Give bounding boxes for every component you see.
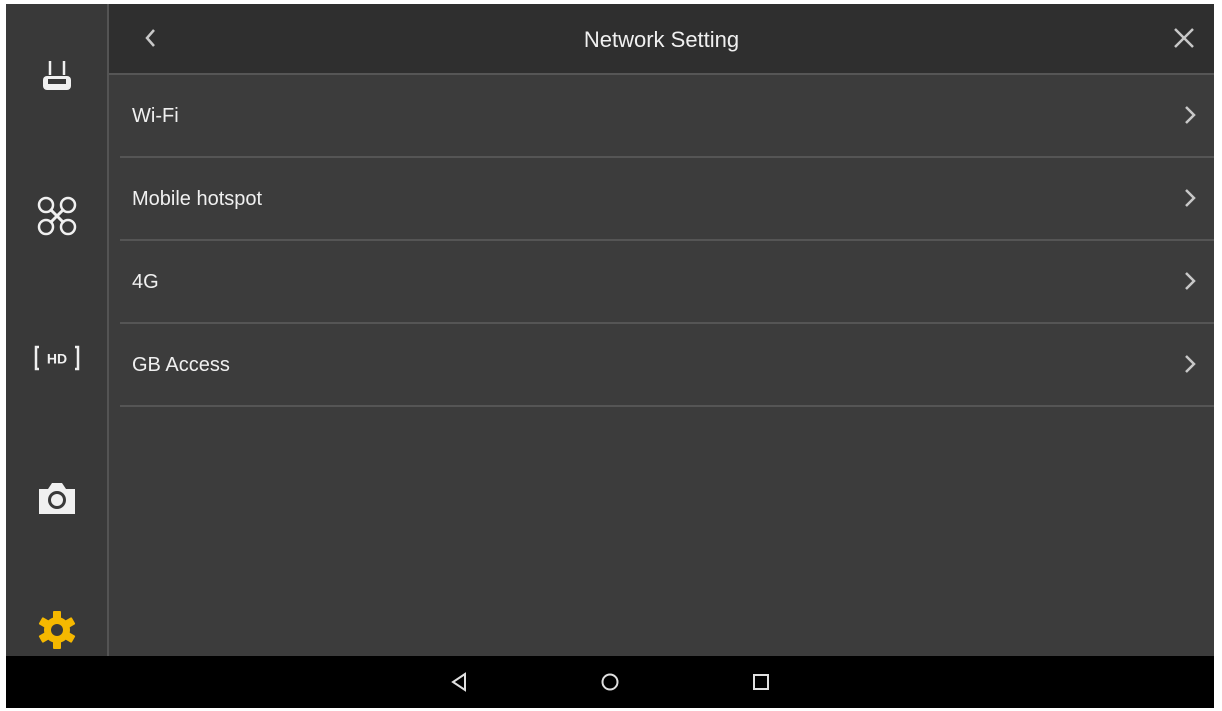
sidebar-item-hd-transmission[interactable]: HD (6, 330, 107, 386)
close-icon (1174, 28, 1194, 48)
camera-icon (38, 483, 75, 514)
list-item-label: GB Access (132, 354, 230, 376)
settings-screen: HD Network Setting Wi-Fi Mobile hotspot … (6, 4, 1214, 708)
circle-home-icon (601, 673, 619, 691)
list-item-wifi[interactable]: Wi-Fi (120, 75, 1214, 158)
sidebar-item-camera[interactable] (6, 470, 107, 526)
system-navigation-bar (6, 656, 1214, 708)
hd-icon-label: HD (46, 351, 66, 367)
remote-controller-icon (42, 61, 71, 90)
nav-recents-button[interactable] (745, 666, 777, 698)
square-recents-icon (753, 674, 769, 690)
settings-list: Wi-Fi Mobile hotspot 4G GB Access (109, 75, 1214, 407)
sidebar-item-aircraft[interactable] (6, 188, 107, 244)
header: Network Setting (109, 4, 1214, 75)
list-item-gb-access[interactable]: GB Access (120, 324, 1214, 407)
triangle-back-icon (451, 672, 466, 692)
chevron-right-icon (1180, 269, 1200, 293)
hd-icon: HD (34, 345, 79, 371)
nav-home-button[interactable] (594, 666, 626, 698)
sidebar: HD (6, 4, 109, 656)
chevron-right-icon (1180, 186, 1200, 210)
gear-icon (38, 611, 75, 649)
list-item-mobile-hotspot[interactable]: Mobile hotspot (120, 158, 1214, 241)
list-item-label: Mobile hotspot (132, 188, 263, 210)
chevron-right-icon (1180, 103, 1200, 127)
main-panel: Network Setting Wi-Fi Mobile hotspot 4G … (109, 4, 1214, 656)
sidebar-item-settings[interactable] (6, 602, 107, 658)
sidebar-item-remote-controller[interactable] (6, 50, 107, 106)
close-button[interactable] (1162, 16, 1206, 60)
page-title: Network Setting (583, 27, 740, 52)
list-item-label: Wi-Fi (132, 105, 179, 127)
drone-icon (37, 196, 76, 236)
list-item-label: 4G (132, 271, 159, 293)
chevron-right-icon (1180, 352, 1200, 376)
nav-back-button[interactable] (444, 666, 476, 698)
list-item-4g[interactable]: 4G (120, 241, 1214, 324)
